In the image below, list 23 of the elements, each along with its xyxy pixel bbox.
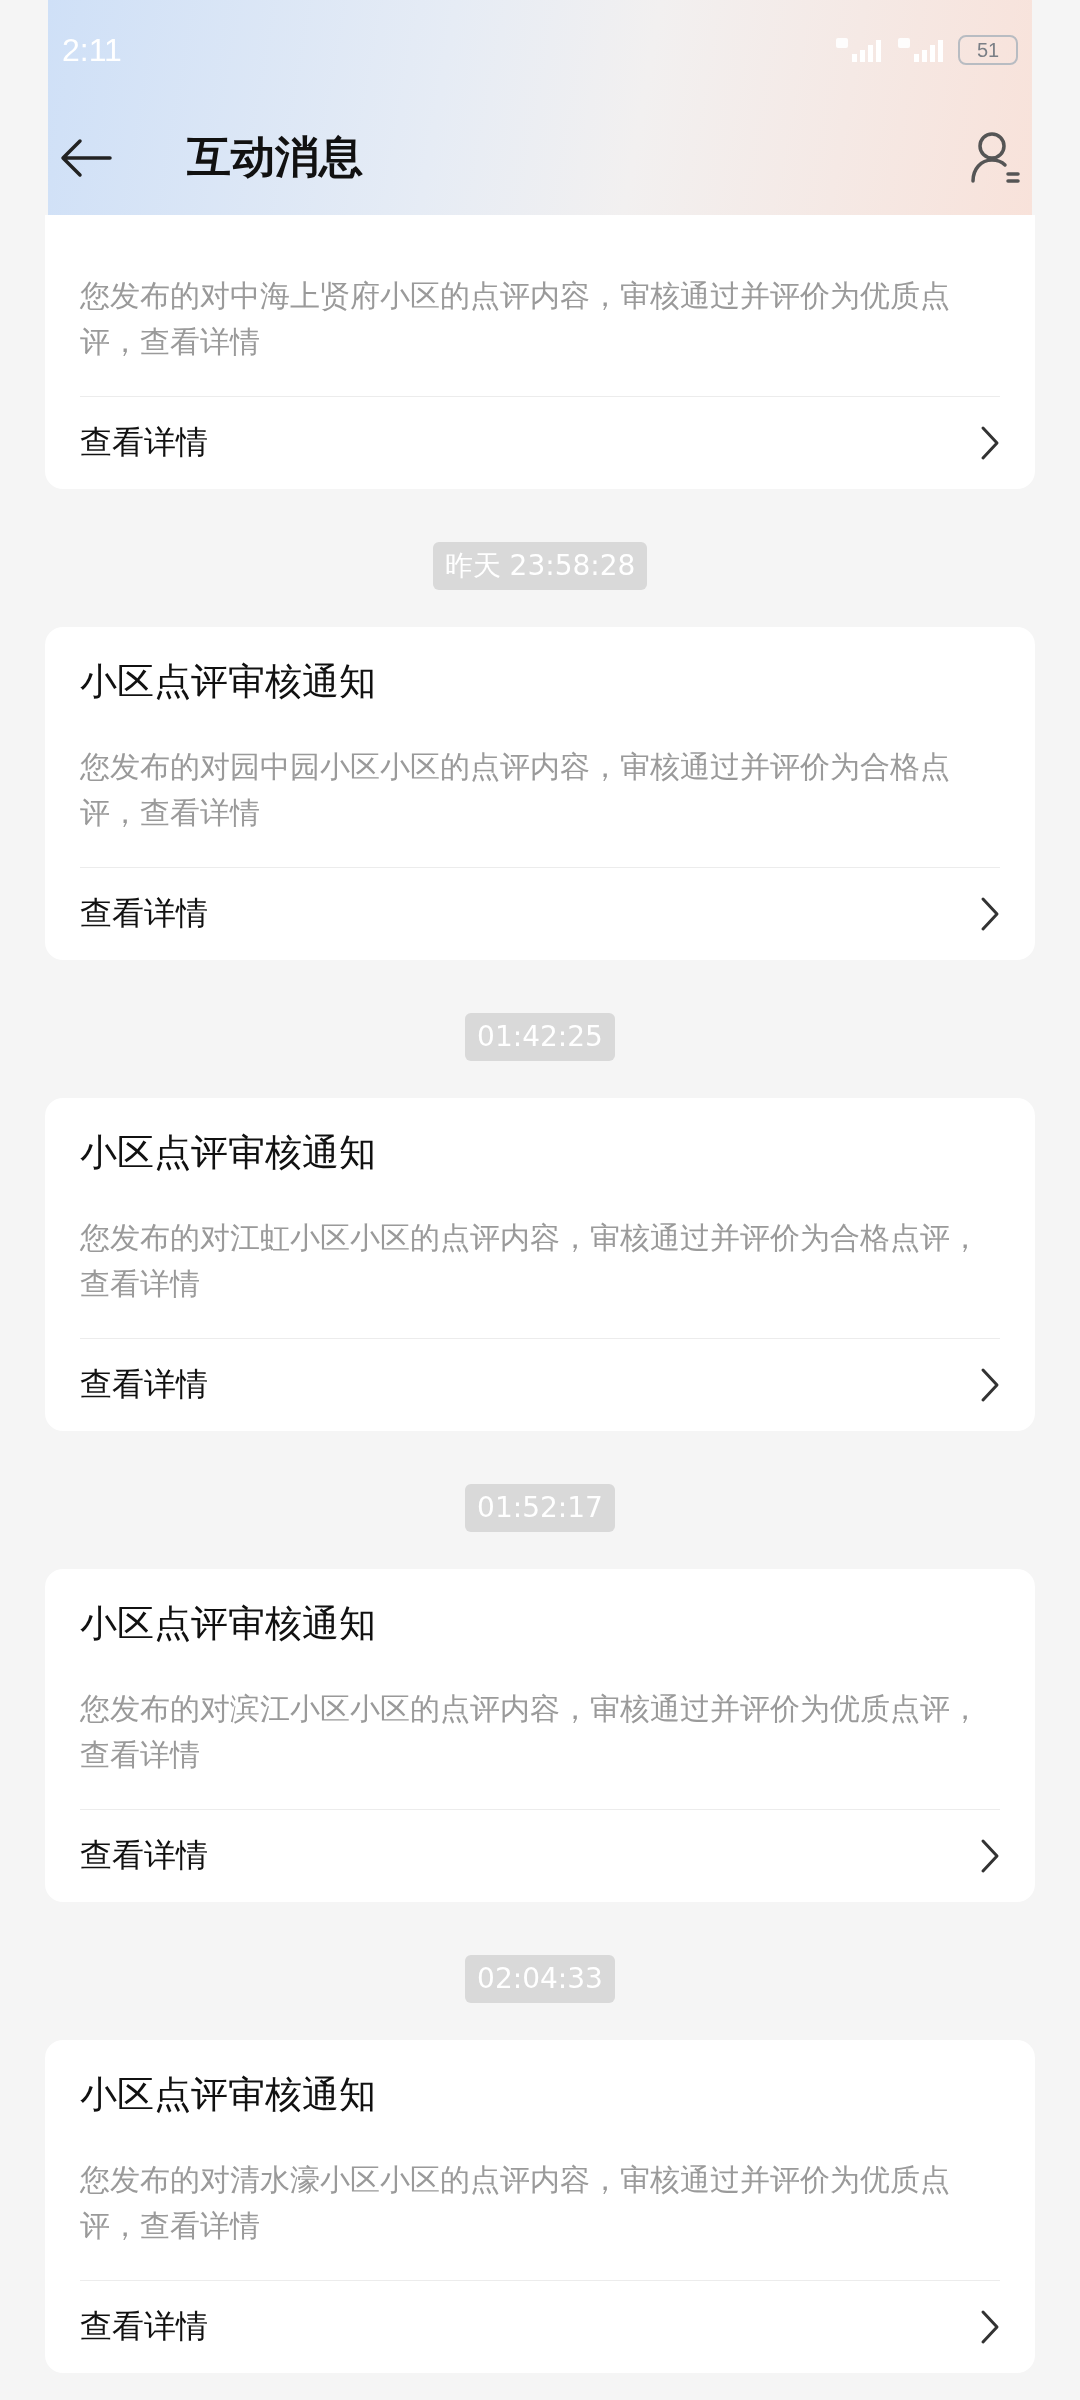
message-text: 您发布的对滨江小区小区的点评内容，审核通过并评价为优质点评，查看详情 <box>80 1690 981 1774</box>
view-details-link[interactable]: 查看详情 <box>80 1809 1000 1902</box>
chevron-right-icon <box>980 425 1000 461</box>
message-title: 小区点评审核通知 <box>80 2072 377 2118</box>
chevron-right-icon <box>980 896 1000 932</box>
message-title: 小区点评审核通知 <box>80 1130 377 1176</box>
chevron-right-icon <box>980 1838 1000 1874</box>
message-title: 小区点评审核通知 <box>80 1601 377 1647</box>
message-title: 小区点评审核通知 <box>80 659 377 705</box>
page-title: 互动消息 <box>187 130 364 184</box>
message-text: 您发布的对清水濠小区小区的点评内容，审核通过并评价为优质点评，查看详情 <box>80 2161 951 2245</box>
message-text: 您发布的对园中园小区小区的点评内容，审核通过并评价为合格点评，查看详情 <box>80 748 951 832</box>
view-details-link[interactable]: 查看详情 <box>80 1338 1000 1431</box>
chevron-right-icon <box>980 1367 1000 1403</box>
message-text: 您发布的对中海上贤府小区的点评内容，审核通过并评价为优质点评，查看详情 <box>80 277 951 361</box>
view-details-link[interactable]: 查看详情 <box>80 867 1000 960</box>
view-details-link[interactable]: 查看详情 <box>80 2280 1000 2373</box>
battery-icon: 51 <box>958 35 1018 65</box>
message-text: 您发布的对江虹小区小区的点评内容，审核通过并评价为合格点评，查看详情 <box>80 1219 981 1303</box>
chevron-right-icon <box>980 2309 1000 2345</box>
view-details-link[interactable]: 查看详情 <box>80 396 1000 489</box>
person-icon[interactable] <box>970 130 1020 185</box>
back-icon[interactable] <box>60 137 112 178</box>
